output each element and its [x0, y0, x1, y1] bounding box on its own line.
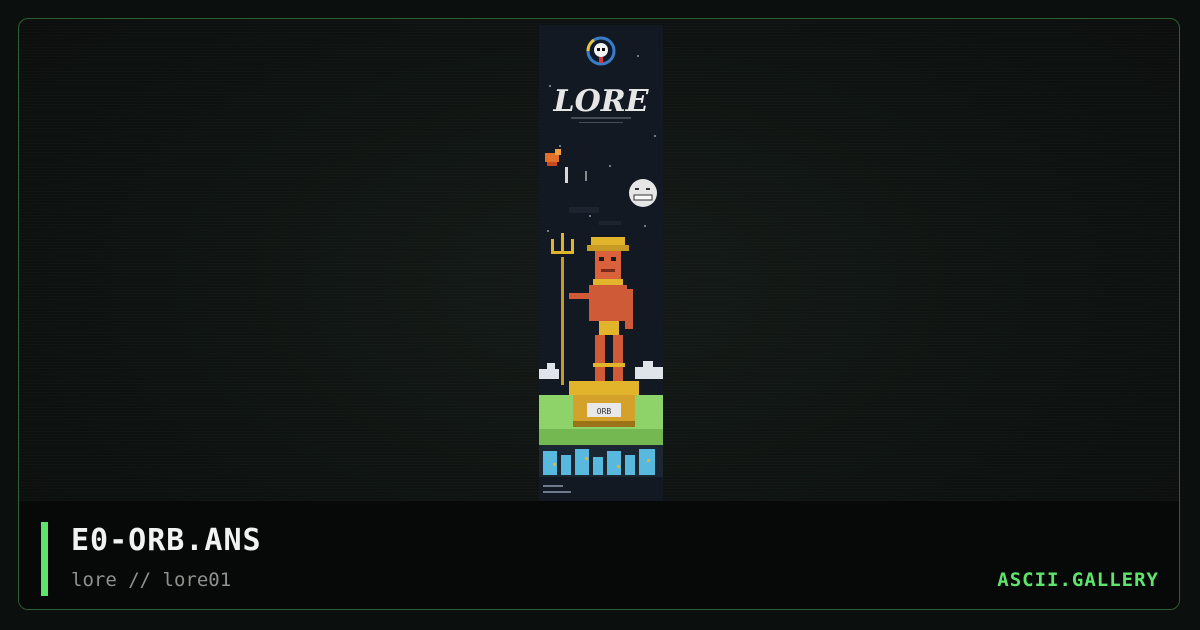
artwork-filename: E0-ORB.ANS	[71, 523, 262, 558]
accent-bar	[41, 522, 48, 596]
skull-orb-icon	[586, 36, 616, 66]
lore-logo: LORE	[552, 84, 649, 119]
artwork-breadcrumb: lore // lore01	[71, 569, 232, 591]
pedestal-plaque: ORB	[597, 407, 612, 416]
preview-card: LORE ORB E0-ORB.ANS lore // lore01 ASCII…	[18, 18, 1180, 610]
info-footer: E0-ORB.ANS lore // lore01 ASCII.GALLERY	[19, 501, 1179, 609]
site-brand-link[interactable]: ASCII.GALLERY	[997, 569, 1159, 591]
pedestal-sprite: ORB	[569, 381, 639, 427]
smiley-moon-sprite	[629, 179, 657, 207]
ansi-artwork[interactable]: LORE ORB	[539, 25, 663, 501]
